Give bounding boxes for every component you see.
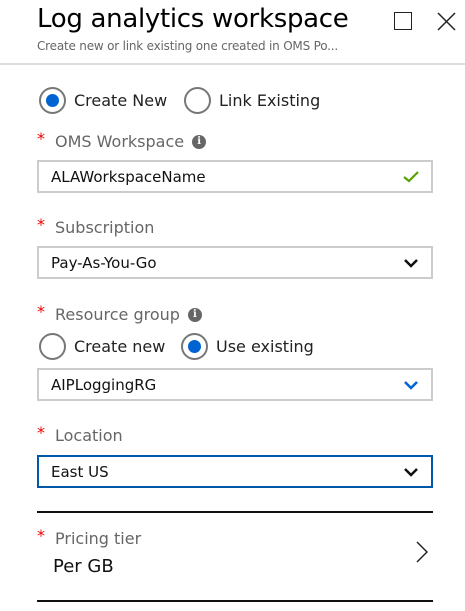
chevron-down-icon: [404, 258, 418, 268]
subscription-select[interactable]: Pay-As-You-Go: [37, 246, 433, 279]
select-value: Pay-As-You-Go: [51, 253, 157, 272]
header-divider: [0, 63, 465, 65]
radio-label: Link Existing: [219, 91, 321, 110]
resource-group-select[interactable]: AIPLoggingRG: [37, 368, 433, 401]
pricing-tier-label: * Pricing tier: [37, 526, 142, 548]
pricing-tier-row[interactable]: * Pricing tier Per GB: [37, 513, 433, 600]
required-icon: *: [37, 302, 45, 321]
radio-create-new-rg[interactable]: Create new: [39, 333, 165, 360]
maximize-button[interactable]: [394, 12, 412, 30]
radio-use-existing-rg[interactable]: Use existing: [181, 333, 314, 360]
required-icon: *: [37, 423, 45, 442]
chevron-down-icon: [404, 467, 418, 477]
location-select[interactable]: East US: [37, 455, 433, 488]
divider: [37, 600, 433, 602]
blade-subtitle: Create new or link existing one created …: [37, 39, 339, 53]
subscription-label: * Subscription: [37, 215, 155, 237]
radio-create-new[interactable]: Create New: [39, 87, 167, 114]
select-value: East US: [51, 462, 109, 481]
required-icon: *: [37, 129, 45, 148]
info-icon[interactable]: i: [187, 307, 202, 322]
chevron-right-icon: [416, 541, 428, 563]
radio-label: Create New: [74, 91, 168, 110]
blade-title: Log analytics workspace: [37, 4, 349, 34]
radio-link-existing[interactable]: Link Existing: [184, 87, 320, 114]
resource-group-label: * Resource group i: [37, 302, 202, 324]
input-value: ALAWorkspaceName: [51, 167, 206, 186]
info-icon[interactable]: i: [192, 134, 207, 149]
required-icon: *: [37, 526, 45, 545]
checkmark-icon: [403, 171, 419, 183]
pricing-tier-value: Per GB: [53, 556, 114, 577]
select-value: AIPLoggingRG: [51, 375, 157, 394]
radio-label: Create new: [74, 337, 166, 356]
required-icon: *: [37, 215, 45, 234]
radio-label: Use existing: [216, 337, 314, 356]
oms-workspace-input[interactable]: ALAWorkspaceName: [37, 160, 433, 193]
oms-workspace-label: * OMS Workspace i: [37, 129, 207, 151]
location-label: * Location: [37, 423, 123, 445]
chevron-down-icon: [404, 380, 418, 390]
close-icon[interactable]: [437, 12, 456, 31]
